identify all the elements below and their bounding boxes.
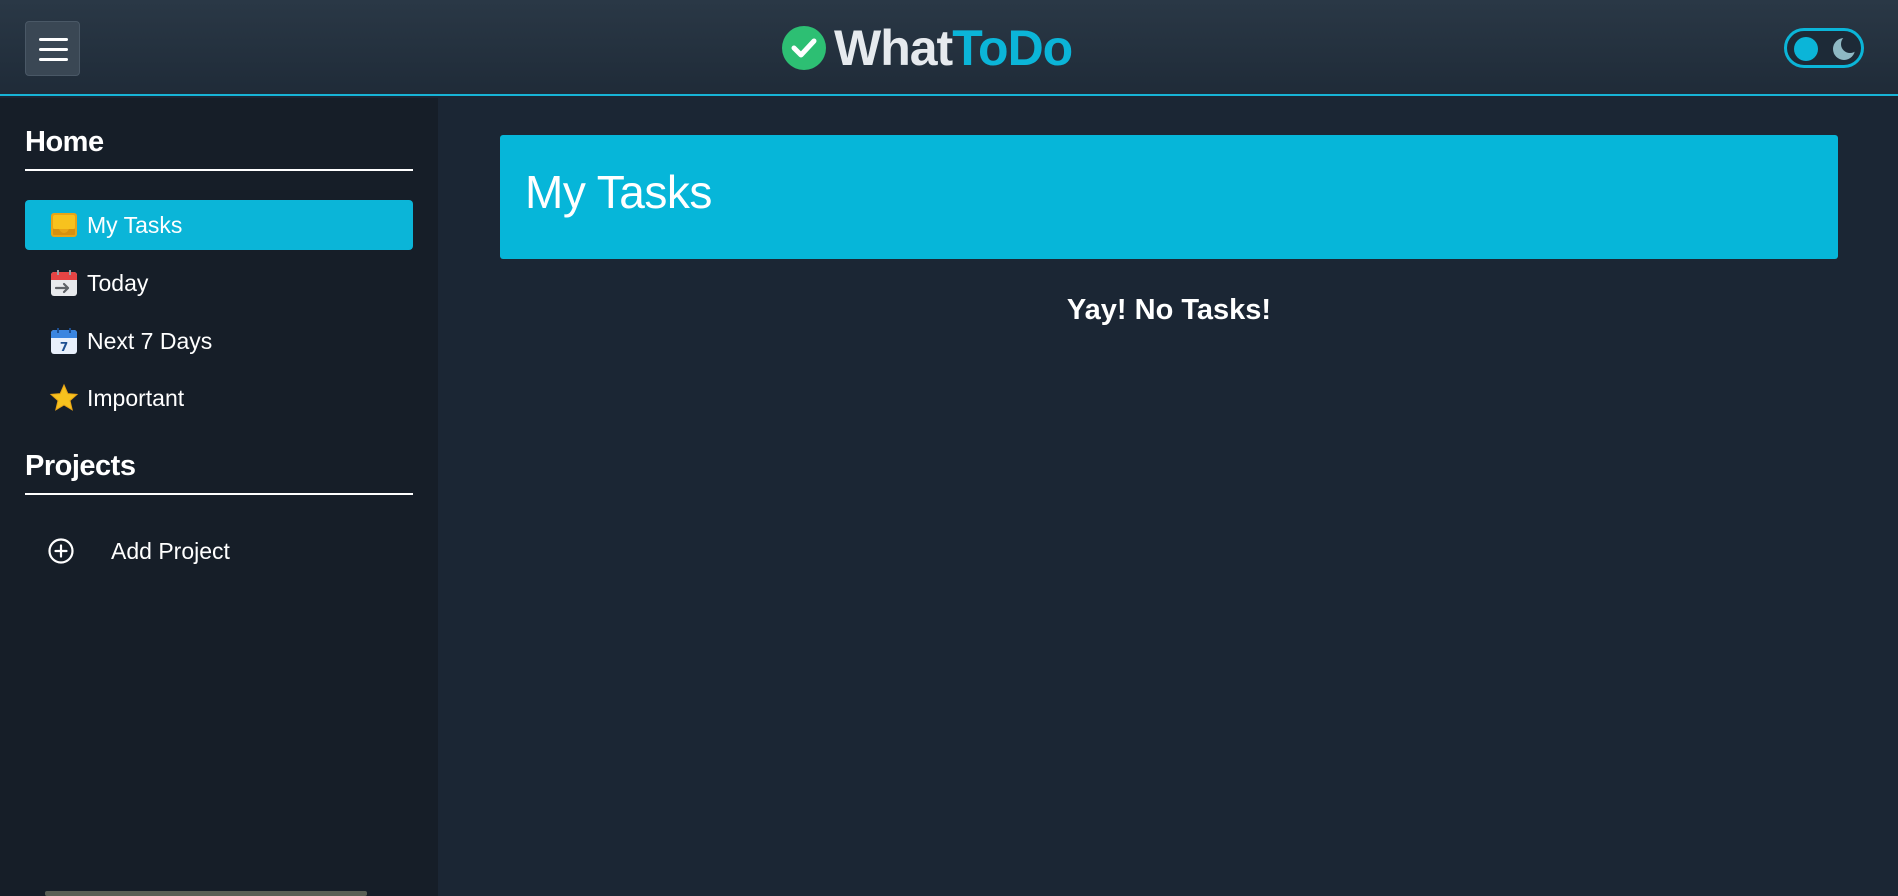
sidebar-item-label: My Tasks [87,211,183,238]
page-title: My Tasks [525,166,712,218]
sidebar-item-next-7-days[interactable]: 7 Next 7 Days [25,316,413,366]
brand-name: WhatToDo [834,20,1073,76]
brand-name-what: What [834,20,953,76]
page-header-banner: My Tasks [500,135,1838,259]
inbox-tray-icon [51,213,77,237]
app-header: WhatToDo [0,0,1898,96]
app-logo[interactable]: WhatToDo [782,20,1073,76]
calendar-today-icon [51,270,77,296]
home-section-title: Home [25,126,413,171]
calendar-7-icon: 7 [51,328,77,354]
toggle-knob [1794,37,1818,61]
projects-section-title: Projects [25,450,413,495]
add-project-label: Add Project [111,537,230,564]
theme-toggle[interactable] [1784,28,1864,68]
menu-icon [39,58,68,61]
menu-icon [39,48,68,51]
menu-icon [39,38,68,41]
main-content: My Tasks Yay! No Tasks! [438,98,1898,896]
sidebar-item-my-tasks[interactable]: My Tasks [25,200,413,250]
plus-circle-icon [48,538,74,564]
moon-icon [1833,36,1857,60]
star-icon [49,383,79,411]
calendar-day-number: 7 [60,340,68,354]
sidebar: Home My Tasks Today 7 Next 7 Days Import… [0,98,438,896]
check-circle-icon [782,26,826,70]
hamburger-menu-button[interactable] [25,21,80,76]
brand-name-todo: ToDo [952,20,1073,76]
empty-state-message: Yay! No Tasks! [1066,294,1272,326]
sidebar-item-label: Important [87,384,185,411]
sidebar-item-important[interactable]: Important [25,373,413,423]
sidebar-scrollbar[interactable] [45,891,367,896]
sidebar-item-today[interactable]: Today [25,258,413,308]
sidebar-item-label: Today [87,269,149,296]
sidebar-item-label: Next 7 Days [87,327,213,354]
add-project-button[interactable]: Add Project [25,526,413,576]
